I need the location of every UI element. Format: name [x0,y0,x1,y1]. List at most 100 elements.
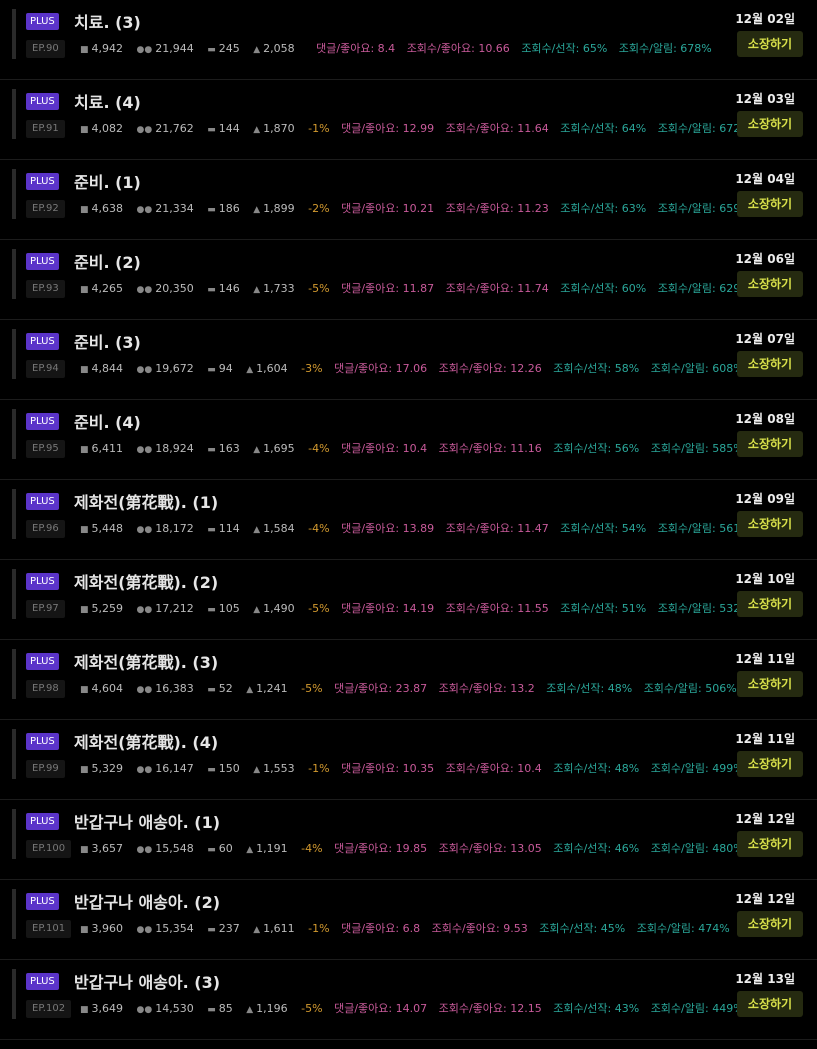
publish-date: 12월 02일 [735,12,795,26]
purchase-button[interactable]: 소장하기 [737,911,803,937]
thumbs-up-icon: ▲ [253,925,261,935]
episode-list: PLUS 치료. (3) EP.90 ■ 4,942 ●● 21,944 ▬ 245 … [0,0,817,1040]
episode-title[interactable]: 제화전(第花戰). (1) [74,489,218,513]
view-like-ratio: 조회수/좋아요: 11.23 [445,202,549,215]
like-count: 2,058 [263,42,295,55]
view-alert-ratio: 조회수/알림: 585% [650,442,744,455]
view-count: 18,172 [155,522,194,535]
plus-badge: PLUS [26,253,59,270]
purchase-button[interactable]: 소장하기 [737,511,803,537]
episode-title[interactable]: 준비. (1) [74,169,141,193]
episode-number: EP.93 [26,280,65,298]
view-alert-ratio: 조회수/알림: 480% [650,842,744,855]
view-like-ratio: 조회수/좋아요: 11.16 [438,442,542,455]
episode-stats: ■ 4,942 ●● 21,944 ▬ 245 ▲ 2,058 댓글/좋아요: 8.4 … [80,40,712,58]
episode-row[interactable]: PLUS 준비. (2) EP.93 ■ 4,265 ●● 20,350 ▬ 146 … [0,240,817,320]
purchase-button[interactable]: 소장하기 [737,831,803,857]
episode-title[interactable]: 준비. (2) [74,249,141,273]
episode-number: EP.95 [26,440,65,458]
purchase-button[interactable]: 소장하기 [737,431,803,457]
comment-icon: ▬ [207,685,216,695]
purchase-button[interactable]: 소장하기 [737,591,803,617]
episode-title[interactable]: 반갑구나 애송아. (3) [74,969,220,993]
episode-stats: ■ 5,329 ●● 16,147 ▬ 150 ▲ 1,553 -1% 댓글/좋아요: … [80,760,744,778]
purchase-button[interactable]: 소장하기 [737,351,803,377]
episode-row[interactable]: PLUS 치료. (4) EP.91 ■ 4,082 ●● 21,762 ▬ 144 … [0,80,817,160]
row-indicator [12,409,16,459]
comment-count: 186 [218,202,240,215]
purchase-button[interactable]: 소장하기 [737,31,803,57]
view-like-ratio: 조회수/좋아요: 10.66 [406,42,510,55]
comment-like-ratio: 댓글/좋아요: 14.19 [341,602,435,615]
thumbs-up-icon: ▲ [246,685,254,695]
episode-row[interactable]: PLUS 제화전(第花戰). (1) EP.96 ■ 5,448 ●● 18,172… [0,480,817,560]
episode-title[interactable]: 제화전(第花戰). (4) [74,729,218,753]
episode-row[interactable]: PLUS 제화전(第花戰). (3) EP.98 ■ 4,604 ●● 16,383… [0,640,817,720]
view-like-ratio: 조회수/좋아요: 11.55 [445,602,549,615]
episode-title[interactable]: 반갑구나 애송아. (2) [74,889,220,913]
word-count: 3,960 [91,922,124,935]
purchase-button[interactable]: 소장하기 [737,671,803,697]
episode-title[interactable]: 준비. (3) [74,329,141,353]
purchase-button[interactable]: 소장하기 [737,751,803,777]
publish-date: 12월 04일 [735,172,795,186]
episode-row[interactable]: PLUS 준비. (3) EP.94 ■ 4,844 ●● 19,672 ▬ 94 ▲… [0,320,817,400]
thumbs-up-icon: ▲ [253,45,261,55]
comment-like-ratio: 댓글/좋아요: 14.07 [334,1002,428,1015]
comment-icon: ▬ [207,285,216,295]
episode-row[interactable]: PLUS 반갑구나 애송아. (1) EP.100 ■ 3,657 ●● 15,54… [0,800,817,880]
episode-number: EP.101 [26,920,72,938]
thumbs-up-icon: ▲ [253,605,261,615]
view-like-ratio: 조회수/좋아요: 12.15 [438,1002,542,1015]
comment-count: 114 [218,522,240,535]
view-bookmark-ratio: 조회수/선작: 60% [560,282,647,295]
view-alert-ratio: 조회수/알림: 608% [650,362,744,375]
episode-number: EP.100 [26,840,72,858]
episode-row[interactable]: PLUS 제화전(第花戰). (4) EP.99 ■ 5,329 ●● 16,147… [0,720,817,800]
comment-like-ratio: 댓글/좋아요: 8.4 [316,42,396,55]
episode-row[interactable]: PLUS 제화전(第花戰). (2) EP.97 ■ 5,259 ●● 17,212… [0,560,817,640]
purchase-button[interactable]: 소장하기 [737,191,803,217]
publish-date: 12월 09일 [735,492,795,506]
episode-row[interactable]: PLUS 준비. (1) EP.92 ■ 4,638 ●● 21,334 ▬ 186 … [0,160,817,240]
users-icon: ●● [136,445,153,455]
view-like-ratio: 조회수/좋아요: 10.4 [445,762,542,775]
row-indicator [12,329,16,379]
comment-count: 163 [218,442,240,455]
episode-title[interactable]: 제화전(第花戰). (3) [74,649,218,673]
word-count: 3,649 [91,1002,124,1015]
episode-title[interactable]: 제화전(第花戰). (2) [74,569,218,593]
episode-number: EP.91 [26,120,65,138]
like-count: 1,241 [256,682,288,695]
episode-title[interactable]: 치료. (3) [74,9,141,33]
comment-icon: ▬ [207,125,216,135]
view-bookmark-ratio: 조회수/선작: 46% [553,842,640,855]
like-count: 1,733 [263,282,295,295]
episode-row[interactable]: PLUS 반갑구나 애송아. (3) EP.102 ■ 3,649 ●● 14,53… [0,960,817,1040]
episode-title[interactable]: 준비. (4) [74,409,141,433]
episode-row[interactable]: PLUS 치료. (3) EP.90 ■ 4,942 ●● 21,944 ▬ 245 … [0,0,817,80]
users-icon: ●● [136,845,153,855]
change-percent: -4% [301,842,323,855]
row-indicator [12,729,16,779]
view-like-ratio: 조회수/좋아요: 13.2 [438,682,535,695]
episode-title[interactable]: 치료. (4) [74,89,141,113]
comment-like-ratio: 댓글/좋아요: 10.21 [341,202,435,215]
purchase-button[interactable]: 소장하기 [737,271,803,297]
thumbs-up-icon: ▲ [253,525,261,535]
change-percent: -4% [308,522,330,535]
episode-row[interactable]: PLUS 준비. (4) EP.95 ■ 6,411 ●● 18,924 ▬ 163 … [0,400,817,480]
plus-badge: PLUS [26,173,59,190]
purchase-button[interactable]: 소장하기 [737,111,803,137]
comment-like-ratio: 댓글/좋아요: 23.87 [334,682,428,695]
episode-row[interactable]: PLUS 반갑구나 애송아. (2) EP.101 ■ 3,960 ●● 15,35… [0,880,817,960]
plus-badge: PLUS [26,733,59,750]
view-bookmark-ratio: 조회수/선작: 51% [560,602,647,615]
row-indicator [12,969,16,1019]
row-indicator [12,89,16,139]
purchase-button[interactable]: 소장하기 [737,991,803,1017]
comment-count: 85 [218,1002,233,1015]
episode-title[interactable]: 반갑구나 애송아. (1) [74,809,220,833]
publish-date: 12월 03일 [735,92,795,106]
thumbs-up-icon: ▲ [246,1005,254,1015]
